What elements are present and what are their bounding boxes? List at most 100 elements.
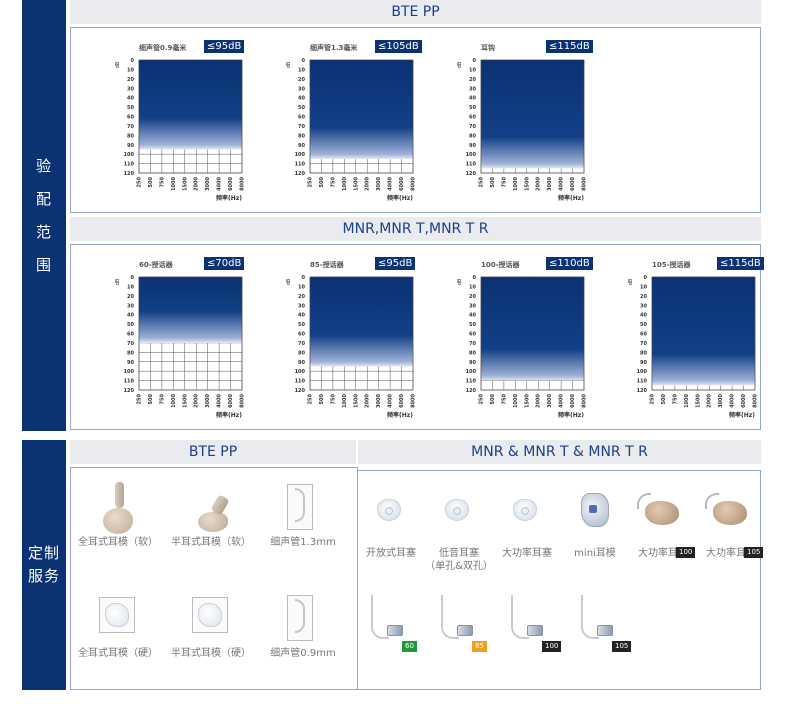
x-tick-label: 3000 [376, 393, 382, 407]
tube-curve [295, 488, 305, 522]
x-tick-label: 1000 [684, 393, 690, 407]
x-tick-label: 500 [490, 393, 496, 404]
bte-pp-title: BTE PP [391, 4, 440, 20]
y-tick-label: 50 [298, 105, 305, 111]
y-tick-label: 70 [469, 341, 476, 347]
y-tick-label: 50 [469, 105, 476, 111]
product-label: 细声管1.3mm [270, 537, 336, 548]
audiogram-card: 细声管0.9毫米 ≤95dB 0 10 20 30 40 50 60 70 80 90 100 110 12… [104, 40, 264, 203]
fitting-range-area [481, 60, 584, 173]
y-tick-label: 100 [466, 369, 477, 375]
y-tick-label: 100 [124, 152, 135, 158]
product-image [277, 482, 329, 536]
y-axis-unit: dB [286, 61, 292, 68]
x-tick-label: 2000 [194, 176, 200, 190]
fitting-range-area [310, 60, 413, 173]
hard-mold-body [198, 603, 222, 627]
audiogram-title: 105-授话器 [652, 261, 691, 269]
x-tick-label: 3000 [547, 393, 553, 407]
y-tick-label: 100 [295, 152, 306, 158]
size-tag: 105 [744, 547, 764, 558]
x-tick-label: 2000 [365, 176, 371, 190]
y-tick-label: 20 [127, 294, 134, 300]
x-tick-label: 4000 [217, 393, 223, 407]
audiogram-card: 60-授话器 ≤70dB 0 10 20 30 40 50 60 70 80 90 100 110 120 d… [104, 257, 264, 420]
product-item: 半耳式耳模（软） [171, 482, 251, 549]
max-gain-badge: ≤95dB [204, 40, 245, 53]
y-tick-label: 70 [127, 341, 134, 347]
y-tick-label: 110 [466, 379, 477, 385]
y-axis-unit: dB [115, 278, 121, 285]
x-tick-label: 1500 [524, 176, 530, 190]
y-tick-label: 70 [640, 341, 647, 347]
size-tag: 105 [612, 641, 632, 652]
fitting-char-2: 配 [35, 189, 52, 208]
y-tick-label: 0 [302, 275, 306, 281]
y-tick-label: 80 [469, 133, 476, 139]
x-tick-label: 250 [308, 393, 314, 404]
x-tick-label: 4000 [559, 176, 565, 190]
y-tick-label: 120 [295, 171, 306, 177]
y-tick-label: 20 [298, 77, 305, 83]
x-tick-label: 4000 [388, 393, 394, 407]
x-axis-label: 频率(Hz) [558, 412, 584, 419]
y-tick-label: 0 [131, 275, 135, 281]
product-item: 85 [422, 595, 500, 652]
y-tick-label: 60 [127, 332, 134, 338]
audiogram-card: 耳钩 ≤115dB 0 10 20 30 40 50 60 70 80 90 100 110 120 dB 25… [446, 40, 606, 203]
y-tick-label: 30 [127, 86, 134, 92]
y-tick-label: 110 [295, 379, 306, 385]
y-tick-label: 100 [466, 152, 477, 158]
product-label: 半耳式耳模（硬） [171, 648, 251, 659]
audiogram-title: 85-授话器 [310, 261, 344, 269]
x-tick-label: 250 [479, 176, 485, 187]
x-tick-label: 1500 [695, 393, 701, 407]
receiver-housing [527, 625, 543, 636]
y-tick-label: 10 [298, 67, 305, 73]
x-tick-label: 2000 [194, 393, 200, 407]
x-tick-label: 1000 [513, 393, 519, 407]
y-tick-label: 120 [466, 388, 477, 394]
product-label: 全耳式耳模（硬） [78, 648, 158, 659]
dome-core [521, 507, 529, 515]
product-sublabel: （单孔&双孔） [425, 561, 493, 572]
product-item: 细声管0.9mm [264, 593, 342, 660]
y-tick-label: 20 [127, 77, 134, 83]
audiogram-plot: 0 10 20 30 40 50 60 70 80 90 100 110 120 dB 250 500 750 1… [628, 275, 757, 408]
product-label: 半耳式耳模（软） [171, 537, 251, 548]
y-tick-label: 100 [124, 369, 135, 375]
x-tick-label: 500 [490, 176, 496, 187]
bte-pp-header: BTE PP [70, 0, 761, 24]
y-tick-label: 50 [127, 105, 134, 111]
product-label: 大功率耳塞 [502, 548, 552, 559]
x-tick-label: 250 [650, 393, 656, 404]
x-tick-label: 8000 [240, 393, 245, 407]
hard-mold-body [105, 603, 129, 627]
x-tick-label: 750 [672, 393, 678, 404]
y-tick-label: 50 [298, 322, 305, 328]
y-tick-label: 80 [298, 350, 305, 356]
y-tick-label: 0 [473, 275, 477, 281]
y-tick-label: 110 [466, 162, 477, 168]
product-label: mini耳模 [574, 548, 616, 559]
product-image [569, 493, 621, 547]
y-tick-label: 80 [127, 133, 134, 139]
audiogram-title: 细声管0.9毫米 [139, 44, 187, 52]
x-tick-label: 8000 [411, 393, 416, 407]
x-tick-label: 6000 [741, 393, 747, 407]
y-tick-label: 50 [640, 322, 647, 328]
y-tick-label: 30 [640, 303, 647, 309]
mnr-header: MNR,MNR T,MNR T R [70, 217, 761, 241]
product-label: 细声管0.9mm [270, 648, 336, 659]
max-gain-badge: ≤115dB [717, 257, 764, 270]
y-tick-label: 70 [127, 124, 134, 130]
product-item: 全耳式耳模（软） [78, 482, 158, 549]
x-tick-label: 3000 [376, 176, 382, 190]
audiogram-plot: 0 10 20 30 40 50 60 70 80 90 100 110 120 dB 250 500 750 1… [457, 275, 586, 408]
x-axis-label: 频率(Hz) [387, 195, 413, 202]
x-tick-label: 750 [501, 176, 507, 187]
fitting-char-3: 范 [35, 222, 52, 241]
audiogram-card: 105-授话器 ≤115dB 0 10 20 30 40 50 60 70 80 90 100 110 12… [617, 257, 777, 420]
receiver-housing [457, 625, 473, 636]
y-tick-label: 60 [127, 115, 134, 121]
